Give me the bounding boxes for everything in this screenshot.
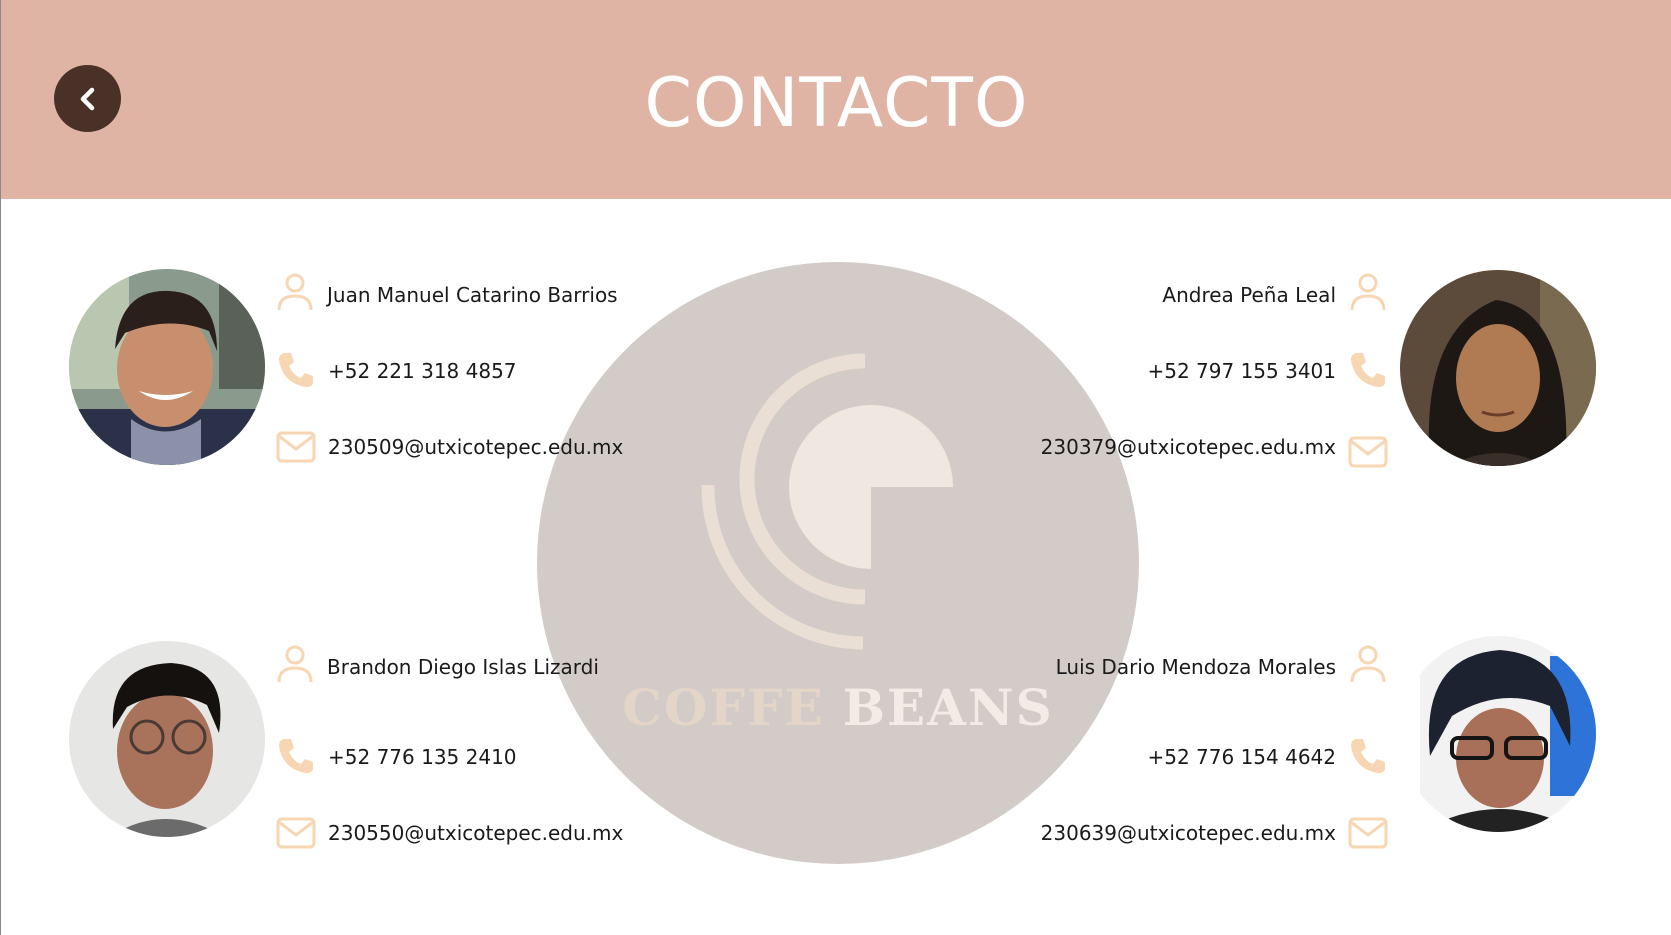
- header-bar: CONTACTO: [1, 0, 1671, 199]
- page-title: CONTACTO: [644, 64, 1029, 143]
- logo-wordmark: COFFE BEANS: [537, 671, 1139, 745]
- mail-icon: [276, 431, 316, 463]
- contact-name: Luis Dario Mendoza Morales: [1055, 655, 1336, 679]
- avatar: [69, 269, 265, 465]
- logo-word-coffe: COFFE: [622, 678, 825, 737]
- person-photo: [69, 641, 265, 837]
- contact-phone: +52 221 318 4857: [328, 359, 517, 383]
- contact-email: 230550@utxicotepec.edu.mx: [328, 821, 624, 845]
- user-icon: [1350, 645, 1386, 683]
- phone-icon: [1351, 739, 1385, 774]
- phone-icon: [279, 739, 313, 774]
- contact-name: Brandon Diego Islas Lizardi: [327, 655, 599, 679]
- phone-icon: [1351, 353, 1385, 388]
- mail-icon: [276, 817, 316, 849]
- contact-email: 230509@utxicotepec.edu.mx: [328, 435, 624, 459]
- user-icon: [277, 645, 313, 683]
- person-photo: [69, 269, 265, 465]
- person-photo: [1400, 636, 1596, 832]
- avatar: [1400, 270, 1596, 466]
- contact-name: Juan Manuel Catarino Barrios: [327, 283, 618, 307]
- mail-icon: [1348, 817, 1388, 849]
- logo-word-beans: BEANS: [842, 678, 1054, 737]
- avatar: [1400, 636, 1596, 832]
- contact-name: Andrea Peña Leal: [1162, 283, 1336, 307]
- person-photo: [1400, 270, 1596, 466]
- contact-phone: +52 797 155 3401: [1147, 359, 1336, 383]
- user-icon: [277, 273, 313, 311]
- user-icon: [1350, 273, 1386, 311]
- avatar: [69, 641, 265, 837]
- coffee-beans-logo: [537, 262, 1139, 864]
- contact-phone: +52 776 154 4642: [1147, 745, 1336, 769]
- contact-email: 230639@utxicotepec.edu.mx: [1040, 821, 1336, 845]
- contact-phone: +52 776 135 2410: [328, 745, 517, 769]
- contact-email: 230379@utxicotepec.edu.mx: [1040, 435, 1336, 459]
- phone-icon: [279, 353, 313, 388]
- mail-icon: [1348, 436, 1388, 468]
- contact-page: CONTACTO COFFE BEANS Juan Manuel Catarin…: [0, 0, 1671, 935]
